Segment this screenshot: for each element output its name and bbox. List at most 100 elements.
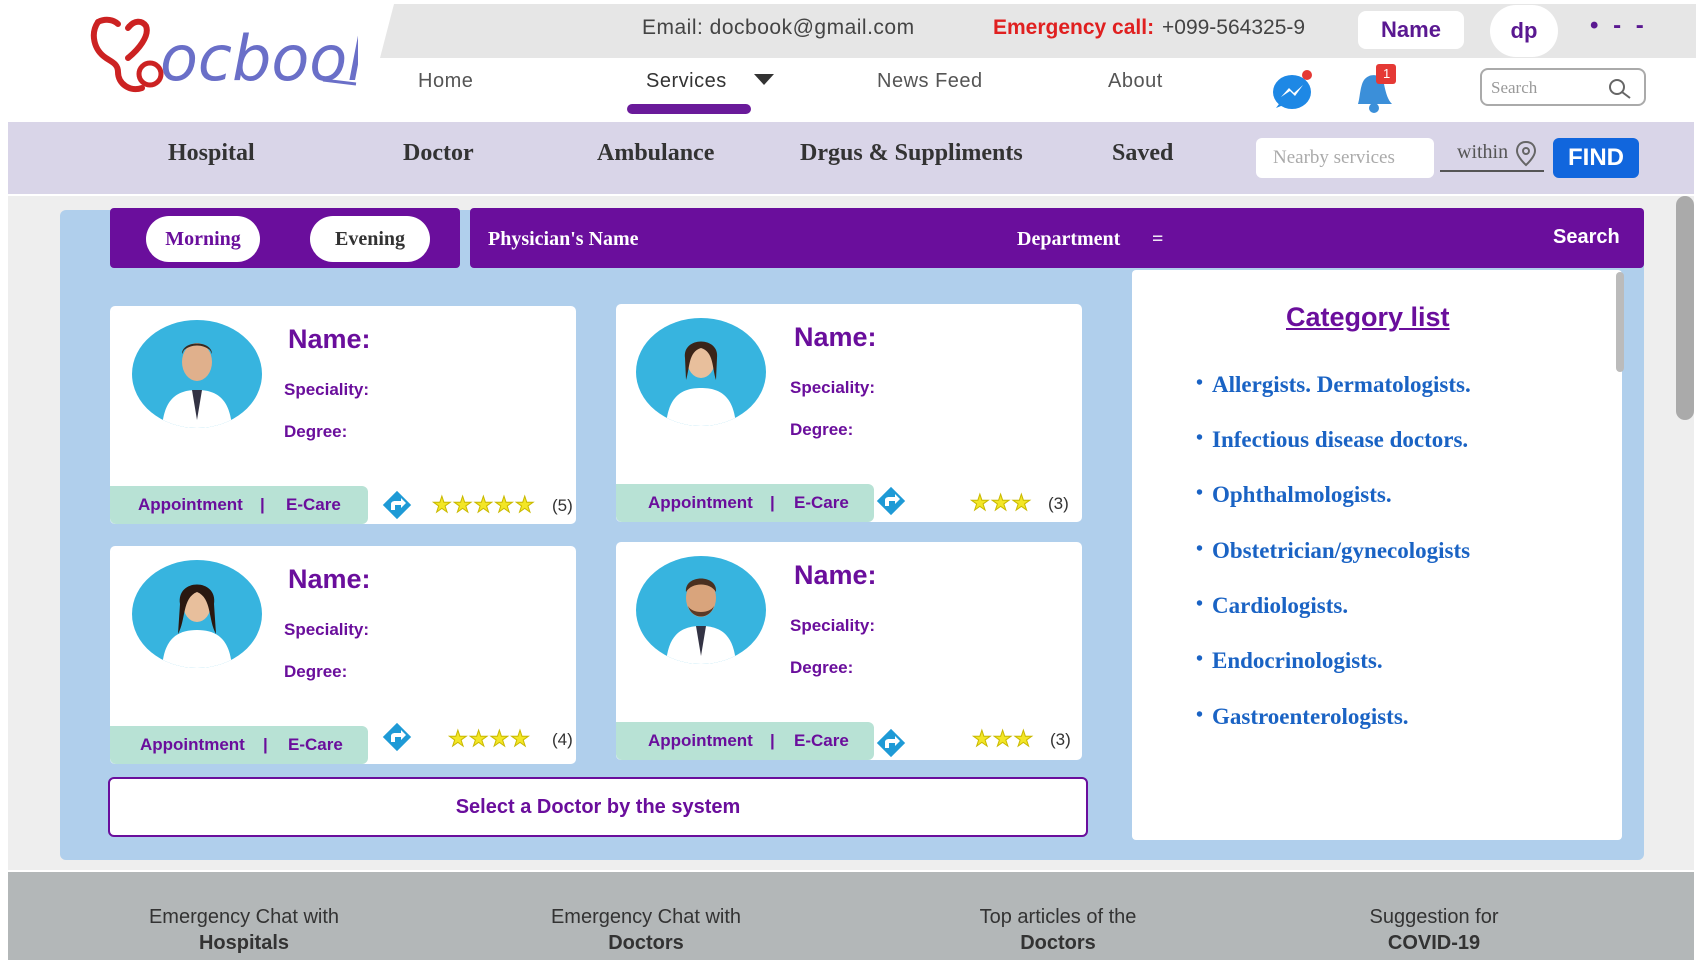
appointment-bar: Appointment | E-Care <box>110 726 368 764</box>
separator: | <box>263 735 268 754</box>
emergency-call-label: Emergency call: <box>993 16 1155 39</box>
category-ambulance[interactable]: Ambulance <box>597 140 714 167</box>
doctor-name-label: Name: <box>288 564 371 594</box>
doctor-speciality-label: Speciality: <box>284 380 370 399</box>
share-icon[interactable] <box>874 484 908 518</box>
footer-item-line1: Top articles of the <box>979 906 1137 928</box>
footer-covid-suggestion[interactable]: Suggestion for COVID-19 <box>1334 904 1534 956</box>
appointment-button[interactable]: Appointment <box>648 484 753 522</box>
doctor-card[interactable]: Name: Speciality: Degree: Appointment | … <box>616 304 1082 522</box>
footer-emergency-chat-hospitals[interactable]: Emergency Chat with Hospitals <box>144 904 344 956</box>
emergency-phone[interactable]: +099-564325-9 <box>1162 16 1305 40</box>
category-list-scrollbar[interactable] <box>1616 272 1624 372</box>
docbook-logo[interactable]: ocbook <box>88 14 385 100</box>
nav-home[interactable]: Home <box>418 70 473 93</box>
location-pin-icon <box>1515 140 1537 167</box>
share-icon[interactable] <box>380 488 414 522</box>
doctor-speciality-label: Speciality: <box>790 378 876 397</box>
category-list-item[interactable]: Infectious disease doctors. <box>1196 427 1468 453</box>
nav-news-feed[interactable]: News Feed <box>877 70 983 93</box>
doctor-avatar <box>132 560 262 668</box>
category-list-item[interactable]: Gastroenterologists. <box>1196 704 1409 730</box>
rating-stars: ★★★★ <box>448 726 531 752</box>
more-options-icon[interactable]: • - - <box>1590 12 1648 40</box>
notification-bell-icon[interactable]: 1 <box>1350 64 1398 116</box>
department-menu-icon[interactable]: = <box>1152 228 1163 251</box>
find-button[interactable]: FIND <box>1553 138 1639 178</box>
rating-stars: ★★★★★ <box>432 492 536 518</box>
separator: | <box>260 495 265 514</box>
ecare-button[interactable]: E-Care <box>794 722 849 760</box>
contact-email: Email: docbook@gmail.com <box>642 16 915 39</box>
evening-toggle[interactable]: Evening <box>310 216 430 262</box>
category-hospital[interactable]: Hospital <box>168 140 255 167</box>
footer-item-line1: Suggestion for <box>1369 906 1499 928</box>
category-list-item[interactable]: Endocrinologists. <box>1196 648 1383 674</box>
category-doctor[interactable]: Doctor <box>403 140 474 167</box>
ecare-button[interactable]: E-Care <box>288 726 343 764</box>
within-distance-select[interactable]: within <box>1440 138 1544 172</box>
category-list-item[interactable]: Allergists. Dermatologists. <box>1196 372 1471 398</box>
share-icon[interactable] <box>874 726 908 760</box>
category-list-item[interactable]: Ophthalmologists. <box>1196 482 1392 508</box>
doctor-name-label: Name: <box>288 324 371 354</box>
category-list-item[interactable]: Obstetrician/gynecologists <box>1196 538 1470 564</box>
nearby-services-input[interactable]: Nearby services <box>1256 138 1434 178</box>
doctor-degree-label: Degree: <box>790 420 854 439</box>
rating-count: (4) <box>552 730 573 749</box>
messenger-icon[interactable] <box>1272 70 1314 112</box>
footer-item-line2: Doctors <box>608 932 684 954</box>
footer-top-articles[interactable]: Top articles of the Doctors <box>958 904 1158 956</box>
doctor-name-label: Name: <box>794 560 877 590</box>
rating-count: (5) <box>552 496 573 515</box>
footer-emergency-chat-doctors[interactable]: Emergency Chat with Doctors <box>546 904 746 956</box>
doctor-avatar <box>636 318 766 426</box>
morning-toggle[interactable]: Morning <box>146 216 260 262</box>
department-field[interactable]: Department <box>1017 228 1120 251</box>
doctor-card[interactable]: Name: Speciality: Degree: Appointment | … <box>110 546 576 764</box>
rating-stars: ★★★ <box>971 726 1035 752</box>
doctor-card[interactable]: Name: Speciality: Degree: Appointment | … <box>616 542 1082 760</box>
top-search-placeholder: Search <box>1491 78 1538 97</box>
physician-search-button[interactable]: Search <box>1553 226 1620 249</box>
rating-count: (3) <box>1048 494 1069 513</box>
profile-name-button[interactable]: Name <box>1358 11 1464 49</box>
category-list-panel: Category list Allergists. Dermatologists… <box>1132 270 1622 840</box>
rating-count: (3) <box>1050 730 1071 749</box>
doctor-speciality-label: Speciality: <box>284 620 370 639</box>
services-dropdown-icon[interactable] <box>754 74 774 85</box>
search-icon <box>1609 79 1631 99</box>
appointment-bar: Appointment | E-Care <box>110 486 368 524</box>
category-saved[interactable]: Saved <box>1112 140 1173 167</box>
select-doctor-by-system-button[interactable]: Select a Doctor by the system <box>108 777 1088 837</box>
within-label: within <box>1457 141 1509 163</box>
footer-item-line2: Doctors <box>1020 932 1096 954</box>
share-icon[interactable] <box>380 720 414 754</box>
page-scrollbar[interactable] <box>1676 196 1694 420</box>
doctor-avatar <box>636 556 766 664</box>
profile-picture-button[interactable]: dp <box>1490 5 1558 57</box>
footer-item-line1: Emergency Chat with <box>148 906 340 928</box>
footer-item-line2: COVID-19 <box>1387 932 1481 954</box>
separator: | <box>770 731 775 750</box>
active-nav-indicator <box>627 104 751 114</box>
notification-count: 1 <box>1383 66 1391 81</box>
svg-text:ocbook: ocbook <box>160 22 358 95</box>
separator: | <box>770 493 775 512</box>
physician-name-field[interactable]: Physician's Name <box>488 228 639 251</box>
doctor-speciality-label: Speciality: <box>790 616 876 635</box>
ecare-button[interactable]: E-Care <box>286 486 341 524</box>
doctor-degree-label: Degree: <box>790 658 854 677</box>
ecare-button[interactable]: E-Care <box>794 484 849 522</box>
appointment-button[interactable]: Appointment <box>140 726 245 764</box>
doctor-card[interactable]: Name: Speciality: Degree: Appointment | … <box>110 306 576 524</box>
appointment-button[interactable]: Appointment <box>648 722 753 760</box>
rating-stars: ★★★ <box>969 490 1033 516</box>
category-list-item[interactable]: Cardiologists. <box>1196 593 1348 619</box>
nav-about[interactable]: About <box>1108 70 1163 93</box>
physician-filter-bar: Physician's Name Department = Search <box>470 208 1644 268</box>
category-drugs-supplements[interactable]: Drgus & Suppliments <box>800 140 1023 167</box>
appointment-button[interactable]: Appointment <box>138 486 243 524</box>
top-search-input[interactable]: Search <box>1480 68 1646 106</box>
nav-services[interactable]: Services <box>646 70 727 93</box>
